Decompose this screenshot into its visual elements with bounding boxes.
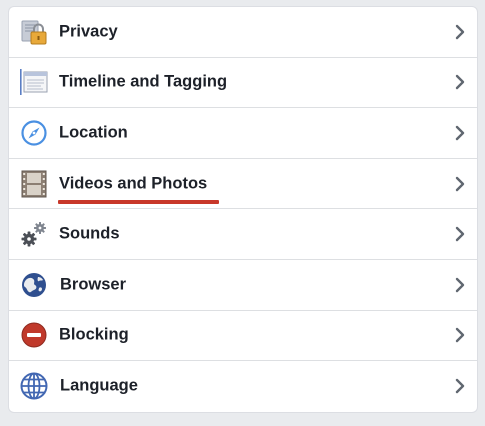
- settings-item-label: Timeline and Tagging: [59, 72, 228, 91]
- settings-item-videos-and-photos[interactable]: Videos and Photos: [9, 159, 477, 210]
- globe-icon: [19, 270, 49, 300]
- chevron-right-icon: [453, 377, 467, 395]
- block-icon: [19, 320, 49, 350]
- chevron-right-icon: [453, 175, 467, 193]
- chevron-right-icon: [453, 225, 467, 243]
- highlight-underline: [58, 199, 219, 204]
- settings-item-label: Sounds: [59, 224, 120, 243]
- settings-item-sounds[interactable]: Sounds: [9, 209, 477, 260]
- chevron-right-icon: [453, 73, 467, 91]
- settings-item-timeline-and-tagging[interactable]: Timeline and Tagging: [9, 58, 477, 109]
- gears-icon: [19, 219, 49, 249]
- settings-item-label: Browser: [60, 275, 127, 294]
- language-globe-icon: [19, 371, 49, 401]
- settings-item-label: Language: [60, 376, 138, 395]
- settings-item-label: Privacy: [59, 22, 118, 41]
- timeline-icon: [19, 67, 49, 97]
- chevron-right-icon: [453, 326, 467, 344]
- settings-list: Privacy Timeline and Tagging Location Vi…: [9, 7, 477, 412]
- settings-item-browser[interactable]: Browser: [9, 260, 477, 311]
- chevron-right-icon: [453, 23, 467, 41]
- settings-item-label: Location: [59, 123, 128, 142]
- settings-item-location[interactable]: Location: [9, 108, 477, 159]
- settings-item-language[interactable]: Language: [9, 361, 477, 412]
- chevron-right-icon: [453, 124, 467, 142]
- settings-item-privacy[interactable]: Privacy: [9, 7, 477, 58]
- settings-item-label: Videos and Photos: [59, 174, 208, 193]
- settings-item-label: Blocking: [59, 325, 129, 344]
- compass-icon: [19, 118, 49, 148]
- settings-item-blocking[interactable]: Blocking: [9, 311, 477, 362]
- film-icon: [19, 169, 49, 199]
- chevron-right-icon: [453, 276, 467, 294]
- lock-icon: [19, 17, 49, 47]
